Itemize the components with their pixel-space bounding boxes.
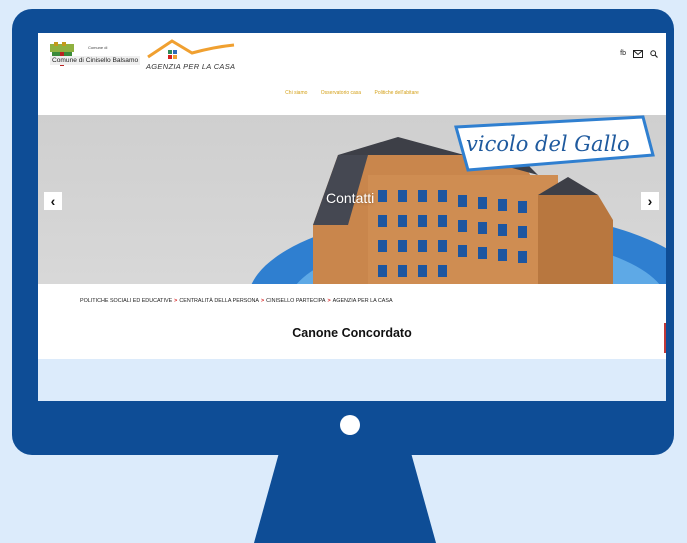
nav-item-chi-siamo[interactable]: Chi siamo — [285, 90, 307, 96]
hero-banner-text: vicolo del Gallo — [466, 132, 630, 156]
breadcrumb-item[interactable]: AGENZIA PER LA CASA — [333, 298, 393, 304]
hero-carousel[interactable]: vicolo del Gallo Contatti ‹ › — [38, 115, 666, 284]
screen-empty-area — [38, 359, 666, 401]
comune-small-label: Comune di — [88, 45, 108, 50]
carousel-next-button[interactable]: › — [641, 192, 659, 210]
breadcrumb-separator: > — [327, 298, 331, 304]
breadcrumb-separator: > — [174, 298, 178, 304]
breadcrumb: POLITICHE SOCIALI ED EDUCATIVE > CENTRALIT… — [80, 298, 393, 304]
breadcrumb-item[interactable]: CENTRALITÀ DELLA PERSONA — [179, 298, 259, 304]
power-button — [340, 415, 360, 435]
page-title: Canone Concordato — [292, 326, 412, 340]
monitor-stand — [253, 455, 437, 543]
hero-caption[interactable]: Contatti — [326, 190, 374, 206]
carousel-prev-button[interactable]: ‹ — [44, 192, 62, 210]
browser-screen: Comune di Comune di Cinisello Balsamo AG… — [38, 33, 666, 359]
nav-item-politiche-abitare[interactable]: Politiche dell'abitare — [374, 90, 418, 96]
main-nav: Chi siamo Osservatorio casa Politiche de… — [38, 90, 666, 96]
breadcrumb-separator: > — [261, 298, 265, 304]
mail-icon[interactable] — [633, 50, 643, 58]
header-icons: fb — [620, 50, 658, 58]
comune-name: Comune di Cinisello Balsamo — [50, 56, 141, 65]
agenzia-name: AGENZIA PER LA CASA — [146, 62, 236, 71]
facebook-icon[interactable]: fb — [620, 50, 626, 58]
comune-logo[interactable]: Comune di Comune di Cinisello Balsamo — [46, 42, 144, 70]
breadcrumb-item[interactable]: POLITICHE SOCIALI ED EDUCATIVE — [80, 298, 172, 304]
house-logo-icon[interactable] — [144, 37, 239, 77]
breadcrumb-item[interactable]: CINISELLO PARTECIPA — [266, 298, 325, 304]
nav-item-osservatorio-casa[interactable]: Osservatorio casa — [321, 90, 361, 96]
search-icon[interactable] — [650, 50, 658, 58]
scroll-edge — [664, 323, 666, 353]
